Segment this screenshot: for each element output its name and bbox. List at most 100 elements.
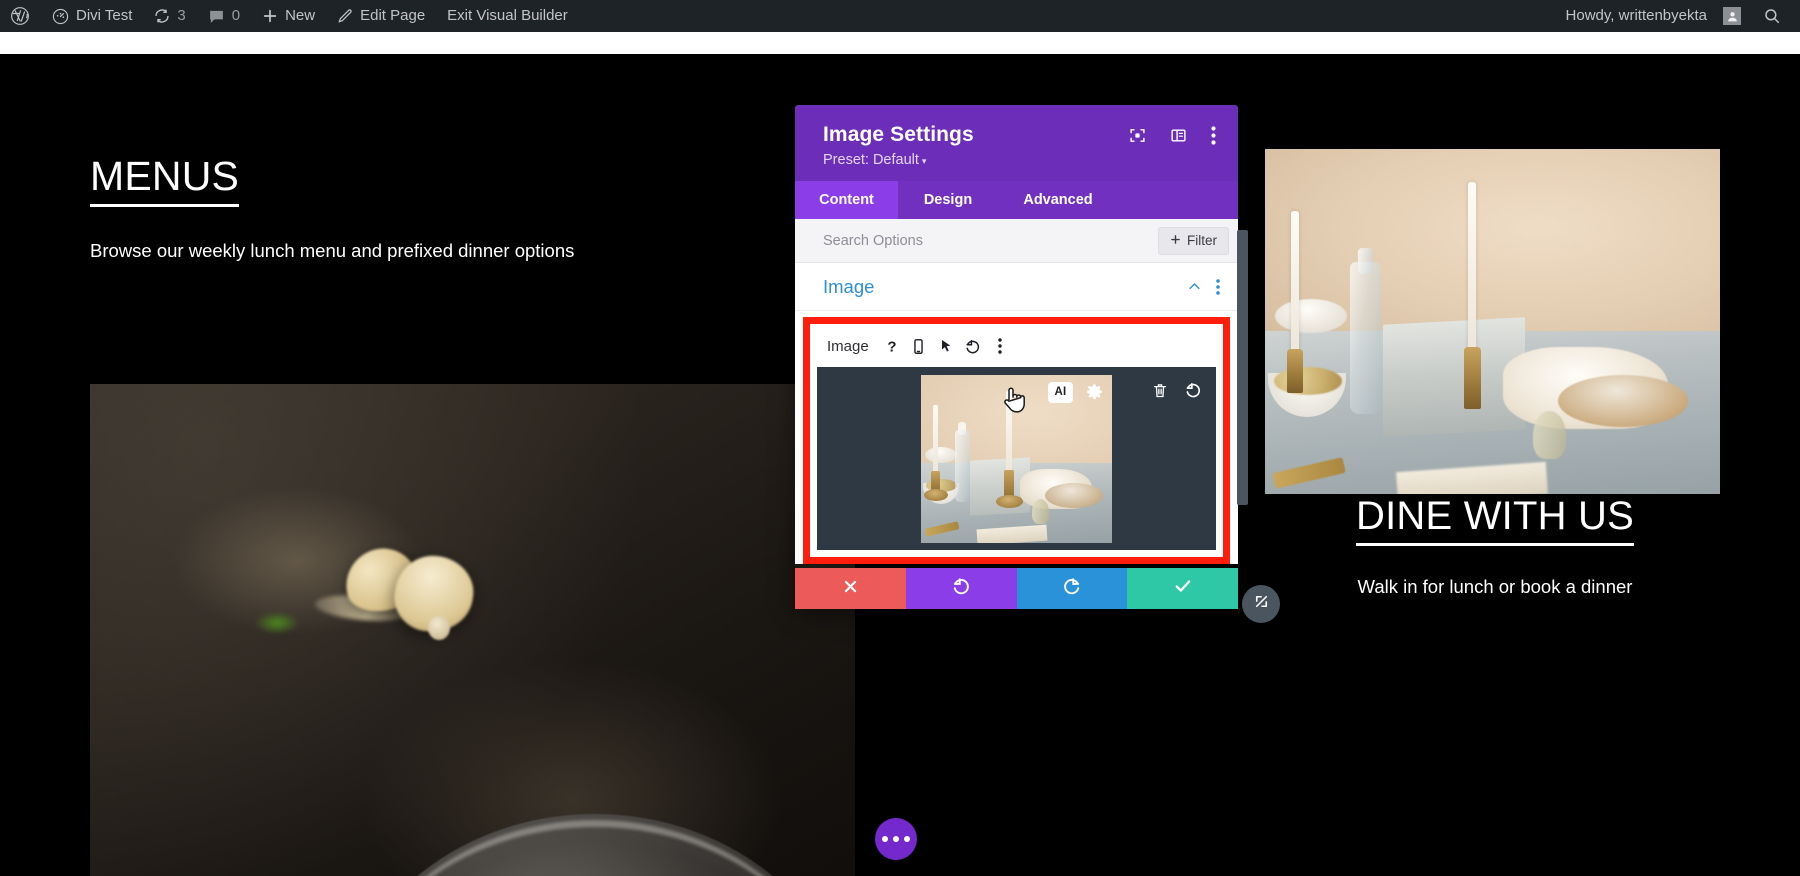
dine-with-us-section: DINE WITH US Walk in for lunch or book a…	[1255, 494, 1735, 598]
check-icon	[1173, 576, 1193, 601]
image-thumbnail[interactable]: AI	[921, 374, 1112, 543]
image-field-label: Image	[827, 337, 869, 355]
vertical-dots-icon[interactable]	[1216, 278, 1220, 295]
undo-icon[interactable]	[1184, 381, 1202, 399]
section-header-image[interactable]: Image	[795, 263, 1238, 311]
more-options-icon	[882, 836, 888, 842]
vertical-scrollbar[interactable]	[1237, 230, 1248, 505]
menus-subtext: Browse our weekly lunch menu and prefixe…	[90, 240, 575, 262]
table-setting-photo[interactable]	[1265, 149, 1720, 494]
more-options-icon	[904, 836, 910, 842]
image-preview-area[interactable]: AI	[817, 367, 1216, 550]
ai-button[interactable]: AI	[1048, 381, 1073, 403]
hover-cursor-icon[interactable]	[935, 335, 957, 357]
updates-menu[interactable]: 3	[143, 0, 196, 32]
site-name-label: Divi Test	[76, 7, 133, 24]
candle-shape	[1468, 182, 1476, 354]
trash-icon[interactable]	[1152, 382, 1168, 399]
nuts-shape	[1274, 367, 1342, 395]
dine-subtext: Walk in for lunch or book a dinner	[1357, 576, 1633, 597]
wp-toolbar-strip	[0, 32, 1800, 54]
svg-text:?: ?	[887, 338, 896, 355]
plus-icon	[262, 8, 278, 24]
vertical-dots-icon[interactable]	[1211, 126, 1216, 145]
help-icon[interactable]: ?	[881, 335, 903, 357]
resize-diagonal-icon	[1252, 592, 1271, 616]
redo-button[interactable]	[1016, 568, 1128, 609]
wp-logo-menu[interactable]	[0, 0, 41, 32]
pan-rim-shape	[342, 820, 848, 876]
plus-icon	[1170, 233, 1181, 248]
search-icon	[1763, 7, 1781, 25]
save-button[interactable]	[1127, 568, 1238, 609]
updates-icon	[154, 8, 170, 24]
thumb-candlestick-base-shape	[924, 488, 948, 501]
candlestick-shape	[1287, 349, 1303, 393]
modal-header: Image Settings Preset: Default ▾	[795, 105, 1238, 181]
menus-heading: MENUS	[90, 153, 240, 208]
modal-tabs: Content Design Advanced	[795, 181, 1238, 219]
preset-label: Preset: Default	[823, 152, 919, 168]
tab-design[interactable]: Design	[898, 181, 998, 219]
admin-bar-left-group: Divi Test 3 0 New Edit Page Exit Visual …	[0, 0, 579, 32]
preset-selector[interactable]: Preset: Default ▾	[823, 152, 1216, 168]
gear-icon[interactable]	[1085, 383, 1104, 402]
builder-main-menu-button[interactable]	[875, 818, 917, 860]
thumb-candlestick-base-shape	[996, 494, 1023, 508]
chevron-down-icon: ▾	[921, 156, 927, 166]
new-content-menu[interactable]: New	[251, 0, 326, 32]
user-avatar-icon	[1723, 7, 1741, 25]
comment-icon	[208, 8, 225, 25]
vertical-dots-icon[interactable]	[989, 335, 1011, 357]
undo-button[interactable]	[905, 568, 1017, 609]
candle-shape	[1291, 211, 1299, 353]
close-x-icon	[842, 578, 859, 600]
my-account-menu[interactable]: Howdy, writtenbyekta	[1556, 0, 1752, 32]
menus-section: MENUS Browse our weekly lunch menu and p…	[90, 153, 880, 262]
search-options-row: Filter	[795, 219, 1238, 263]
thumbnail-overlay-actions: AI	[1048, 381, 1104, 403]
exit-visual-builder-label: Exit Visual Builder	[447, 7, 568, 24]
dashboard-icon	[52, 8, 69, 25]
tab-content[interactable]: Content	[795, 181, 898, 219]
reset-undo-icon[interactable]	[962, 335, 984, 357]
updates-count: 3	[177, 7, 186, 24]
edit-page-menu[interactable]: Edit Page	[326, 0, 436, 32]
modal-body: Image Image ? AI	[795, 263, 1238, 564]
more-options-icon	[893, 836, 899, 842]
redo-icon	[1062, 576, 1082, 601]
responsive-device-icon[interactable]	[908, 335, 930, 357]
preview-side-actions	[1152, 381, 1202, 399]
plate-shape	[1275, 299, 1347, 333]
admin-bar-search-button[interactable]	[1752, 0, 1792, 32]
plate-shape	[1558, 375, 1688, 427]
comments-menu[interactable]: 0	[197, 0, 251, 32]
admin-bar-right-group: Howdy, writtenbyekta	[1556, 0, 1800, 32]
panel-layout-icon[interactable]	[1170, 127, 1187, 144]
image-settings-modal: Image Settings Preset: Default ▾ Content…	[795, 105, 1280, 623]
bottle-shape	[1350, 262, 1381, 414]
modal-header-icons	[1129, 126, 1216, 145]
thumb-candle-shape	[1006, 390, 1012, 473]
herb-shape	[255, 612, 299, 634]
search-input[interactable]	[823, 232, 1158, 249]
glass-shape	[1533, 411, 1566, 459]
chevron-up-icon[interactable]	[1187, 279, 1202, 294]
site-name-menu[interactable]: Divi Test	[41, 0, 143, 32]
undo-icon	[951, 576, 971, 601]
focus-target-icon[interactable]	[1129, 127, 1146, 144]
thumb-plate-shape	[1045, 482, 1103, 508]
thumb-glass-shape	[1032, 498, 1049, 524]
cancel-button[interactable]	[795, 568, 906, 609]
exit-visual-builder-button[interactable]: Exit Visual Builder	[436, 0, 579, 32]
resize-handle[interactable]	[1242, 585, 1280, 623]
howdy-label: Howdy, writtenbyekta	[1565, 7, 1707, 24]
wordpress-logo-icon	[10, 6, 30, 26]
section-label: Image	[823, 275, 875, 297]
filter-button[interactable]: Filter	[1158, 226, 1229, 255]
tab-advanced[interactable]: Advanced	[998, 181, 1118, 219]
food-photo[interactable]	[90, 384, 855, 876]
dine-heading: DINE WITH US	[1356, 494, 1634, 546]
highlight-box: Image ? AI	[803, 317, 1230, 564]
comments-count: 0	[231, 7, 241, 24]
